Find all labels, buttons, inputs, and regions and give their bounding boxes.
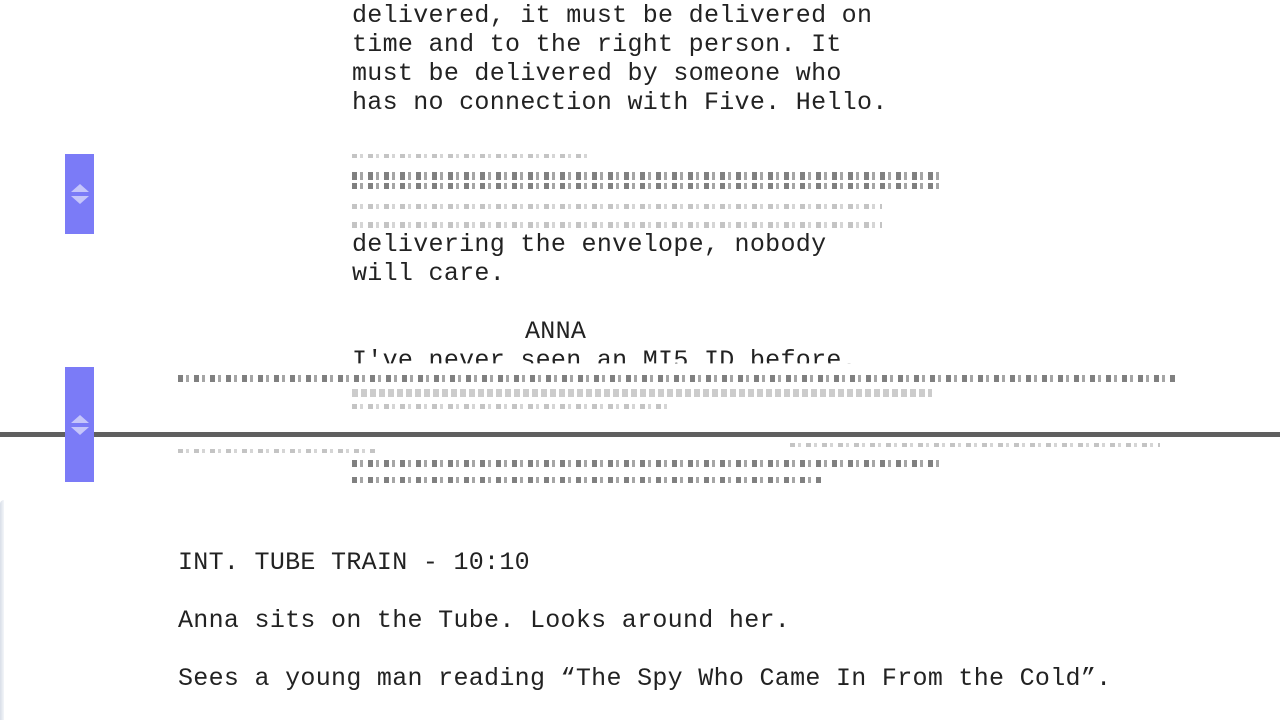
character-name: ANNA [525, 317, 587, 346]
resize-up-icon [70, 184, 89, 192]
dialog-line: time and to the right person. It [352, 30, 842, 59]
render-artifact [178, 375, 1178, 382]
dialog-line: has no connection with Five. Hello. [352, 88, 888, 117]
action-line: Anna sits on the Tube. Looks around her. [178, 606, 791, 635]
action-line: Sees a young man reading “The Spy Who Ca… [178, 664, 1112, 693]
dialog-line: will care. [352, 259, 506, 288]
scene-heading: INT. TUBE TRAIN - 10:10 [178, 548, 530, 577]
resize-down-icon [70, 196, 89, 204]
resize-down-icon [70, 426, 89, 435]
resize-up-icon [70, 414, 89, 423]
render-artifact [352, 389, 932, 397]
render-artifact [352, 172, 942, 180]
render-artifact [352, 183, 942, 189]
dialog-line: must be delivered by someone who [352, 59, 842, 88]
dialog-line: delivered, it must be delivered on [352, 1, 873, 30]
page-edge [0, 500, 4, 720]
render-artifact [352, 404, 672, 409]
top-pane: delivered, it must be delivered on time … [0, 0, 1280, 434]
split-handle-top[interactable] [65, 154, 94, 234]
render-artifact [790, 443, 1160, 447]
render-artifact [352, 154, 592, 158]
render-artifact [352, 222, 882, 228]
render-artifact [178, 449, 378, 453]
character-dialog: I've never seen an MI5 ID before. [352, 346, 857, 375]
bottom-pane: INT. TUBE TRAIN - 10:10 Anna sits on the… [0, 437, 1280, 720]
render-artifact [352, 204, 882, 209]
split-handle-divider[interactable] [65, 367, 94, 482]
dialog-line: delivering the envelope, nobody [352, 230, 827, 259]
render-artifact [352, 460, 942, 467]
render-artifact [352, 477, 822, 483]
